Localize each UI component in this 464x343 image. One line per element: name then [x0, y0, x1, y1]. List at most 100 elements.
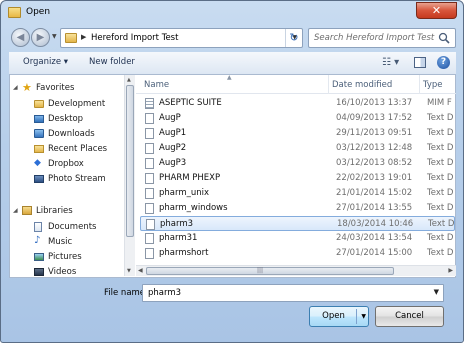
column-header-date[interactable]: Date modified: [332, 80, 392, 90]
breadcrumb-arrow-icon[interactable]: ▶: [81, 33, 86, 41]
nav-item-pictures[interactable]: Pictures: [10, 250, 122, 265]
file-row[interactable]: AugP3 03/12/2013 08:52 Text D: [140, 156, 455, 171]
button-divider: [356, 309, 357, 324]
file-type: Text D: [427, 158, 454, 168]
column-header-type[interactable]: Type: [423, 80, 443, 90]
music-icon: ♪: [34, 235, 41, 246]
file-list-hscrollbar[interactable]: ◀ ||| ▶: [136, 265, 456, 276]
file-name-dropdown-icon[interactable]: ▼: [434, 288, 439, 296]
breadcrumb-current-folder[interactable]: Hereford Import Test: [91, 33, 178, 43]
file-row[interactable]: ASEPTIC SUITE 16/10/2013 13:37 MIM F: [140, 96, 455, 111]
file-icon: [145, 98, 154, 109]
file-icon: [145, 233, 154, 244]
star-icon: ★: [22, 81, 32, 94]
nav-item-videos[interactable]: Videos: [10, 265, 122, 276]
file-name: pharm31: [159, 233, 198, 243]
organize-button[interactable]: Organize ▾: [23, 57, 68, 67]
dropbox-icon: ◆: [34, 158, 41, 168]
nav-label: Libraries: [36, 206, 73, 216]
search-icon[interactable]: [438, 32, 450, 44]
file-name: pharm_unix: [159, 188, 210, 198]
new-folder-button[interactable]: New folder: [89, 57, 135, 67]
file-row[interactable]: AugP1 29/11/2013 09:51 Text D: [140, 126, 455, 141]
cancel-button[interactable]: Cancel: [375, 306, 444, 327]
recent-locations-dropdown[interactable]: ▼: [52, 33, 57, 40]
preview-pane-icon[interactable]: [414, 57, 426, 68]
file-name: pharmshort: [159, 248, 209, 258]
file-type: Text D: [427, 248, 454, 258]
file-icon: [145, 203, 154, 214]
file-row[interactable]: pharm3 18/03/2014 10:46 Text D: [140, 216, 455, 231]
grip-icon: |||: [257, 267, 264, 274]
window-title: Open: [26, 7, 51, 17]
nav-scrollbar[interactable]: ▲ ▼: [124, 75, 135, 276]
file-date-modified: 16/10/2013 13:37: [336, 98, 413, 108]
column-header-name[interactable]: Name: [144, 80, 169, 90]
file-name: AugP: [159, 113, 181, 123]
nav-item-desktop[interactable]: Desktop: [10, 112, 122, 127]
nav-item-development[interactable]: Development: [10, 97, 122, 112]
expand-icon[interactable]: ◢: [13, 207, 18, 214]
nav-label: Development: [48, 99, 106, 109]
nav-item-music[interactable]: ♪ Music: [10, 235, 122, 250]
expand-icon[interactable]: ◢: [13, 84, 18, 91]
file-name: ASEPTIC SUITE: [159, 98, 222, 108]
nav-label: Downloads: [48, 129, 95, 139]
nav-libraries[interactable]: ◢ Libraries: [10, 204, 122, 219]
search-input[interactable]: Search Hereford Import Test: [308, 28, 456, 48]
file-icon: [145, 248, 154, 259]
downloads-icon: [34, 129, 44, 138]
file-row[interactable]: PHARM PHEXP 22/02/2013 19:01 Text D: [140, 171, 455, 186]
back-button[interactable]: ◀: [11, 28, 30, 47]
column-divider[interactable]: [328, 75, 329, 94]
browser-content: ◢ ★ Favorites Development Desktop Downlo…: [9, 75, 456, 278]
nav-item-documents[interactable]: Documents: [10, 220, 122, 235]
scroll-right-icon[interactable]: ▶: [448, 267, 453, 274]
file-row[interactable]: AugP2 03/12/2013 12:48 Text D: [140, 141, 455, 156]
open-options-dropdown-icon[interactable]: ▼: [361, 307, 366, 326]
file-name-input[interactable]: pharm3 ▼: [142, 284, 444, 302]
nav-scroll-thumb[interactable]: [126, 85, 134, 237]
folder-icon: [34, 100, 44, 108]
refresh-icon[interactable]: ↻: [285, 29, 302, 47]
hscroll-thumb[interactable]: |||: [146, 267, 394, 275]
file-name: PHARM PHEXP: [159, 173, 221, 183]
nav-label: Photo Stream: [48, 174, 106, 184]
open-button-label: Open: [322, 311, 345, 321]
desktop-icon: [34, 115, 44, 123]
nav-item-recent-places[interactable]: Recent Places: [10, 142, 122, 157]
file-date-modified: 04/09/2013 17:52: [336, 113, 413, 123]
file-row[interactable]: pharmshort 27/01/2014 15:00 Text D: [140, 246, 455, 261]
file-type: MIM F: [427, 98, 452, 108]
file-row[interactable]: AugP 04/09/2013 17:52 Text D: [140, 111, 455, 126]
close-button[interactable]: ✕: [416, 2, 457, 19]
file-row[interactable]: pharm_unix 21/01/2014 15:02 Text D: [140, 186, 455, 201]
file-icon: [145, 188, 154, 199]
scroll-left-icon[interactable]: ◀: [138, 267, 143, 274]
change-view-icon[interactable]: ☷ ▾: [382, 57, 399, 68]
scroll-up-icon[interactable]: ▲: [127, 77, 131, 83]
title-bar[interactable]: Open ✕: [1, 1, 463, 25]
file-name-value[interactable]: pharm3: [148, 288, 181, 298]
nav-label: Videos: [48, 267, 77, 276]
file-name: pharm3: [160, 219, 194, 229]
scroll-down-icon[interactable]: ▼: [127, 268, 131, 274]
nav-label: Desktop: [48, 114, 84, 124]
address-bar[interactable]: ▶ Hereford Import Test ▼: [60, 28, 303, 48]
column-divider[interactable]: [419, 75, 420, 94]
file-icon: [145, 173, 154, 184]
file-type: Text D: [428, 219, 455, 229]
open-button[interactable]: Open ▼: [309, 306, 369, 327]
nav-item-photo-stream[interactable]: Photo Stream: [10, 172, 122, 187]
file-date-modified: 21/01/2014 15:02: [336, 188, 413, 198]
nav-item-downloads[interactable]: Downloads: [10, 127, 122, 142]
nav-item-dropbox[interactable]: ◆ Dropbox: [10, 157, 122, 172]
nav-favorites[interactable]: ◢ ★ Favorites: [10, 81, 122, 96]
forward-button[interactable]: ▶: [31, 28, 50, 47]
file-row[interactable]: pharm31 24/03/2014 13:54 Text D: [140, 231, 455, 246]
file-row[interactable]: pharm_windows 27/01/2014 13:55 Text D: [140, 201, 455, 216]
file-date-modified: 03/12/2013 08:52: [336, 158, 413, 168]
help-icon[interactable]: ?: [437, 56, 450, 69]
documents-icon: [34, 222, 42, 232]
file-name: pharm_windows: [159, 203, 228, 213]
